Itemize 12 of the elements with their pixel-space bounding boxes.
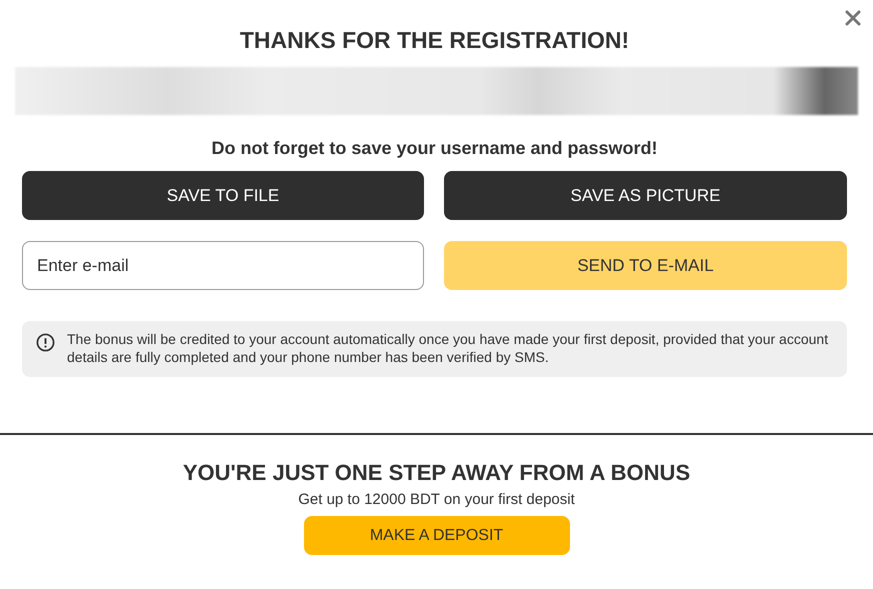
dialog-title: THANKS FOR THE REGISTRATION!: [238, 26, 630, 54]
send-email-button[interactable]: SEND TO E-MAIL: [444, 241, 847, 290]
reminder-text: Do not forget to save your username and password!: [210, 137, 659, 159]
info-icon: [36, 333, 55, 352]
bonus-title: YOU'RE JUST ONE STEP AWAY FROM A BONUS: [182, 460, 690, 486]
save-button[interactable]: SAVE AS PICTURE: [444, 171, 847, 220]
save-button[interactable]: SAVE TO FILE: [22, 171, 424, 220]
notice-text: The bonus will be credited to your account automatically once you have made your first deposit, provided that your account details are fully completed and your phone number has been verified by SMS.: [67, 330, 830, 366]
deposit-button[interactable]: MAKE A DEPOSIT: [304, 516, 570, 555]
bonus-subtitle: Get up to 12000 BDT on your first deposit: [298, 490, 575, 509]
close-icon[interactable]: [845, 10, 861, 26]
email-field[interactable]: Enter e-mail: [22, 241, 424, 290]
